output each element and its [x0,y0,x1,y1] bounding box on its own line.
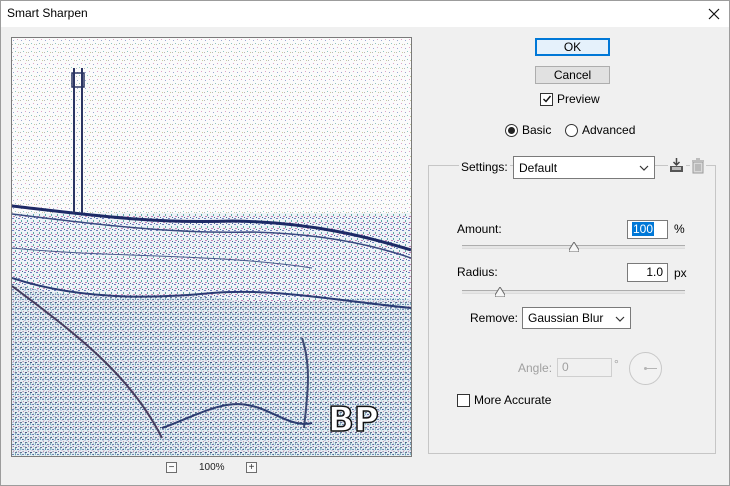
amount-unit: % [674,222,685,236]
preview-label: Preview [557,92,600,106]
settings-value: Default [519,160,558,175]
title-bar: Smart Sharpen [1,1,729,27]
angle-dial[interactable] [629,352,662,385]
save-preset-icon [670,158,683,172]
more-accurate-option[interactable]: More Accurate [457,393,551,407]
angle-label: Angle: [518,361,553,375]
more-accurate-checkbox[interactable] [457,393,470,407]
checkmark-icon [542,95,551,103]
delete-preset-button[interactable] [690,157,706,175]
close-button[interactable] [703,3,725,25]
trash-icon [692,158,704,174]
settings-dropdown[interactable]: Default [513,156,655,179]
angle-dial-icon [644,367,657,370]
settings-label: Settings: [459,160,510,174]
basic-radio[interactable] [505,123,518,137]
minus-icon: − [168,462,175,473]
watermark-text: BP [328,400,379,440]
radius-input[interactable]: 1.0 [627,263,668,282]
chevron-down-icon [615,316,625,322]
angle-value: 0 [562,360,569,374]
amount-label: Amount: [457,222,502,236]
window-title: Smart Sharpen [7,6,88,20]
zoom-in-button[interactable]: + [246,462,257,473]
angle-input[interactable]: 0 [557,358,612,377]
basic-label: Basic [522,123,552,137]
radius-unit: px [674,266,687,280]
mode-basic-option[interactable]: Basic [505,123,551,137]
radius-label: Radius: [457,265,498,279]
save-preset-button[interactable] [668,157,686,175]
zoom-out-button[interactable]: − [166,462,177,473]
remove-value: Gaussian Blur [528,311,604,325]
amount-slider-thumb[interactable] [568,242,579,252]
close-icon [708,8,720,20]
amount-value: 100 [632,222,655,236]
advanced-label: Advanced [582,123,636,137]
remove-dropdown[interactable]: Gaussian Blur [522,307,631,329]
angle-unit: ° [614,357,619,371]
zoom-level: 100% [199,462,225,473]
radius-value: 1.0 [646,265,663,279]
preview-checkbox[interactable] [540,92,553,106]
preview-option[interactable]: Preview [540,92,600,106]
zoom-controls: − 100% + [166,461,261,475]
amount-input[interactable]: 100 [627,220,668,239]
preview-image[interactable]: BP [11,37,412,457]
radio-selected-dot [508,126,515,134]
advanced-radio[interactable] [565,123,578,137]
radius-slider-thumb[interactable] [494,287,505,297]
plus-icon: + [248,462,255,473]
mode-advanced-option[interactable]: Advanced [565,123,635,137]
sharpened-image-preview: BP [12,38,411,456]
cancel-button[interactable]: Cancel [535,66,610,84]
smart-sharpen-dialog: Smart Sharpen BP − 100% + OK Cancel Prev… [0,0,730,486]
remove-label: Remove: [470,311,519,325]
ok-button[interactable]: OK [535,38,610,56]
more-accurate-label: More Accurate [474,393,552,407]
chevron-down-icon [639,165,649,171]
